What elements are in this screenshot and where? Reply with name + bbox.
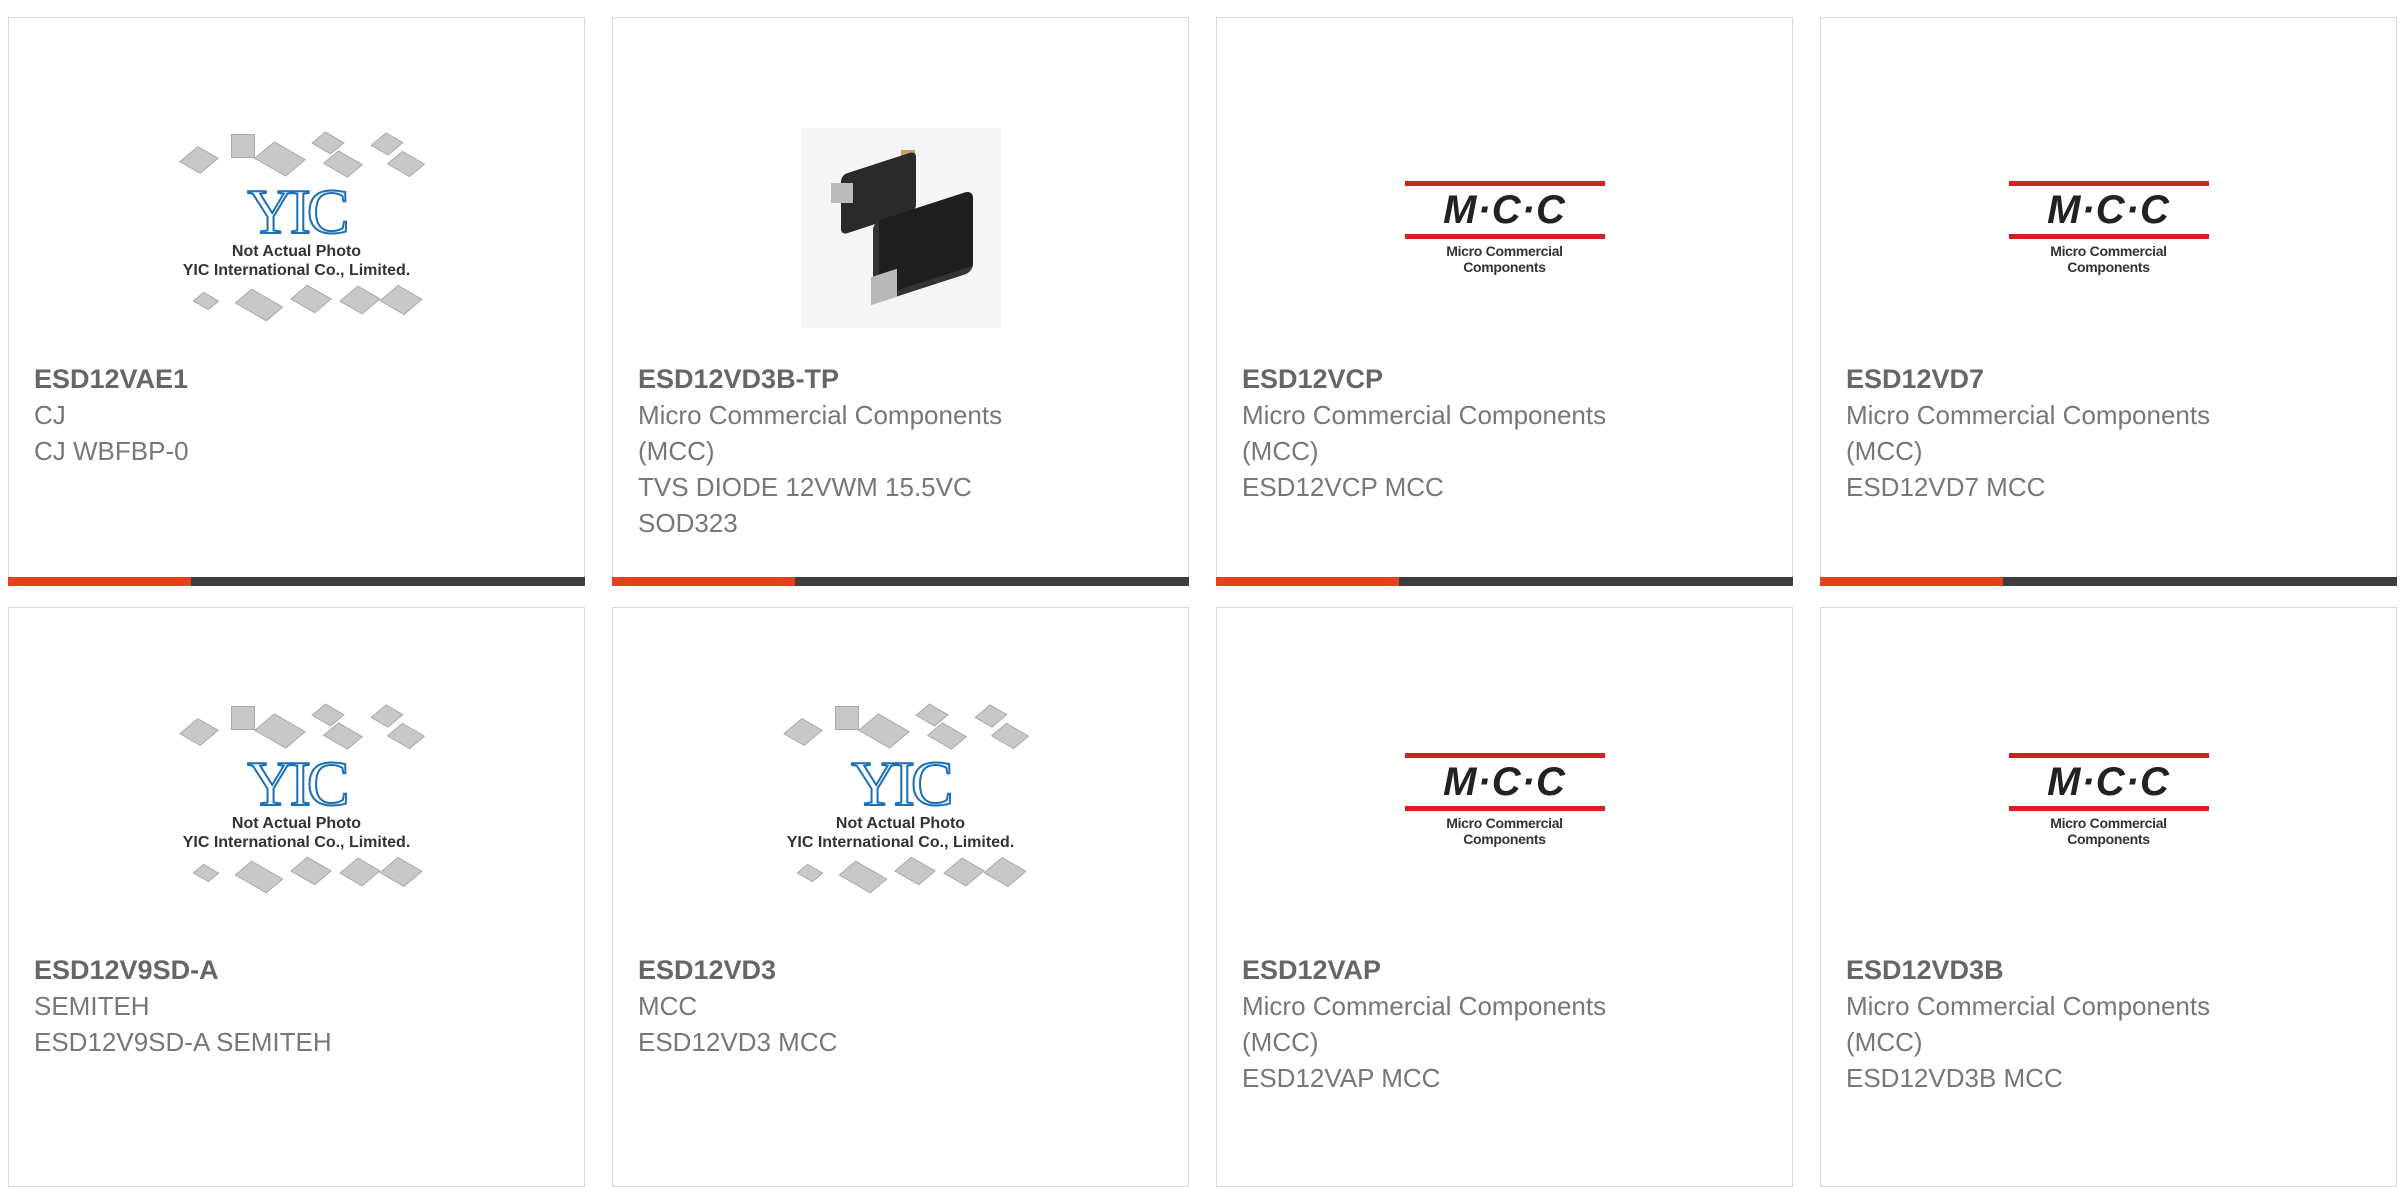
chip-icons [157, 702, 437, 754]
part-number[interactable]: ESD12VAP [1242, 952, 1767, 988]
product-card[interactable]: M·C·C Micro Commercial Components ESD12V… [1216, 607, 1793, 1187]
manufacturer: Micro Commercial Components [638, 400, 1003, 430]
description: ESD12VAP MCC [1242, 1063, 1441, 1093]
mcc-logo: M·C·C Micro Commercial Components [1404, 753, 1605, 847]
part-number[interactable]: ESD12VAE1 [34, 361, 559, 397]
mcc-logo: M·C·C Micro Commercial Components [1404, 181, 1605, 275]
mcc-logo: M·C·C Micro Commercial Components [2008, 181, 2209, 275]
image-caption: Not Actual Photo [231, 243, 362, 260]
image-caption: YIC International Co., Limited. [182, 262, 411, 279]
product-info: ESD12VAP Micro Commercial Components (MC… [1242, 952, 1767, 1096]
part-number[interactable]: ESD12VD3 [638, 952, 1163, 988]
yic-logo: YIC [850, 748, 954, 819]
product-image[interactable]: M·C·C Micro Commercial Components [1217, 660, 1792, 940]
manufacturer-abbr: (MCC) [1242, 436, 1319, 466]
part-number[interactable]: ESD12V9SD-A [34, 952, 559, 988]
card-bottom-bar [612, 577, 1189, 586]
product-image[interactable]: M·C·C Micro Commercial Components [1821, 660, 2396, 940]
manufacturer: MCC [638, 991, 698, 1021]
card-bottom-bar [8, 577, 585, 586]
part-number[interactable]: ESD12VCP [1242, 361, 1767, 397]
product-info: ESD12VAE1 CJ CJ WBFBP-0 [34, 361, 559, 469]
product-image[interactable] [613, 88, 1188, 368]
manufacturer: Micro Commercial Components [1242, 991, 1607, 1021]
description: ESD12VD3B MCC [1846, 1063, 2063, 1093]
manufacturer: CJ [34, 400, 66, 430]
manufacturer: Micro Commercial Components [1242, 400, 1607, 430]
mcc-logo: M·C·C Micro Commercial Components [2008, 753, 2209, 847]
product-info: ESD12VD3B Micro Commercial Components (M… [1846, 952, 2371, 1096]
product-card[interactable]: YIC Not Actual Photo YIC International C… [8, 17, 585, 586]
product-image[interactable]: YIC Not Actual Photo YIC International C… [9, 88, 584, 368]
chip-icons [761, 852, 1041, 898]
product-image[interactable]: M·C·C Micro Commercial Components [1217, 88, 1792, 368]
product-info: ESD12VD3B-TP Micro Commercial Components… [638, 361, 1163, 541]
manufacturer: Micro Commercial Components [1846, 400, 2211, 430]
product-info: ESD12VD3 MCC ESD12VD3 MCC [638, 952, 1163, 1060]
card-bottom-bar [1820, 577, 2397, 586]
manufacturer-abbr: (MCC) [638, 436, 715, 466]
product-info: ESD12VCP Micro Commercial Components (MC… [1242, 361, 1767, 505]
yic-placeholder-image: YIC Not Actual Photo YIC International C… [157, 702, 437, 898]
product-image[interactable]: YIC Not Actual Photo YIC International C… [613, 660, 1188, 940]
description: ESD12VD3 MCC [638, 1027, 838, 1057]
product-card[interactable]: M·C·C Micro Commercial Components ESD12V… [1820, 17, 2397, 586]
description: ESD12VCP MCC [1242, 472, 1444, 502]
yic-placeholder-image: YIC Not Actual Photo YIC International C… [761, 702, 1041, 898]
part-number[interactable]: ESD12VD3B [1846, 952, 2371, 988]
image-caption: Not Actual Photo [835, 815, 966, 832]
yic-logo: YIC [246, 176, 350, 247]
chip-icons [157, 852, 437, 898]
product-image[interactable]: YIC Not Actual Photo YIC International C… [9, 660, 584, 940]
card-bottom-bar [1216, 577, 1793, 586]
diode-photo [800, 128, 1001, 328]
manufacturer: Micro Commercial Components [1846, 991, 2211, 1021]
manufacturer: SEMITEH [34, 991, 150, 1021]
image-caption: Not Actual Photo [231, 815, 362, 832]
yic-placeholder-image: YIC Not Actual Photo YIC International C… [157, 130, 437, 326]
product-info: ESD12V9SD-A SEMITEH ESD12V9SD-A SEMITEH [34, 952, 559, 1060]
product-card[interactable]: M·C·C Micro Commercial Components ESD12V… [1216, 17, 1793, 586]
chip-icons [761, 702, 1041, 754]
image-caption: YIC International Co., Limited. [182, 834, 411, 851]
description: ESD12V9SD-A SEMITEH [34, 1027, 332, 1057]
part-number[interactable]: ESD12VD7 [1846, 361, 2371, 397]
manufacturer-abbr: (MCC) [1846, 1027, 1923, 1057]
description: ESD12VD7 MCC [1846, 472, 2046, 502]
manufacturer-abbr: (MCC) [1242, 1027, 1319, 1057]
product-image[interactable]: M·C·C Micro Commercial Components [1821, 88, 2396, 368]
image-caption: YIC International Co., Limited. [786, 834, 1015, 851]
part-number[interactable]: ESD12VD3B-TP [638, 361, 1163, 397]
yic-logo: YIC [246, 748, 350, 819]
description: CJ WBFBP-0 [34, 436, 189, 466]
product-grid: YIC Not Actual Photo YIC International C… [0, 0, 2400, 1187]
product-card[interactable]: YIC Not Actual Photo YIC International C… [8, 607, 585, 1187]
description: SOD323 [638, 508, 738, 538]
product-card[interactable]: M·C·C Micro Commercial Components ESD12V… [1820, 607, 2397, 1187]
product-card[interactable]: YIC Not Actual Photo YIC International C… [612, 607, 1189, 1187]
product-info: ESD12VD7 Micro Commercial Components (MC… [1846, 361, 2371, 505]
chip-icons [157, 130, 437, 182]
manufacturer-abbr: (MCC) [1846, 436, 1923, 466]
description: TVS DIODE 12VWM 15.5VC [638, 472, 972, 502]
product-card[interactable]: ESD12VD3B-TP Micro Commercial Components… [612, 17, 1189, 586]
chip-icons [157, 280, 437, 326]
